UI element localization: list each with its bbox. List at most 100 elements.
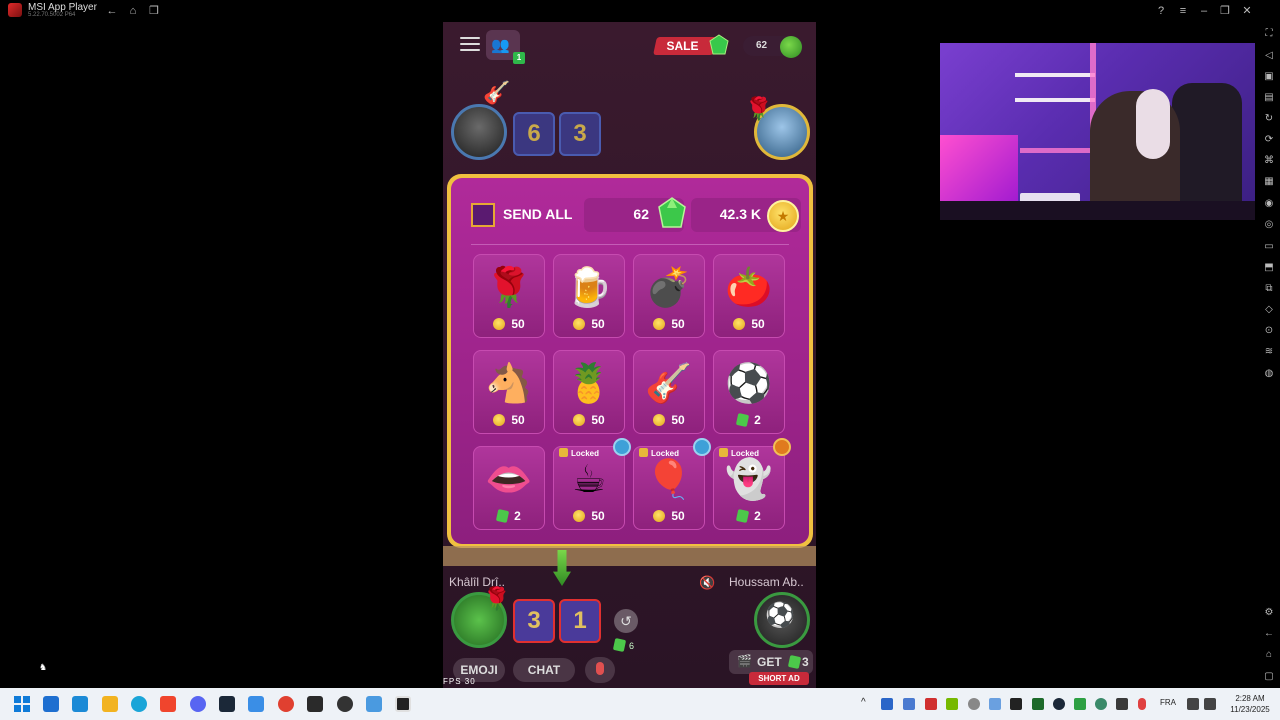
close-icon[interactable]: ✕ (1239, 3, 1255, 19)
gift-price-value: 50 (671, 413, 685, 427)
locked-label: Locked (571, 449, 600, 458)
tray-app-8-icon[interactable] (1032, 698, 1044, 710)
clock[interactable]: 2:28 AM 11/23/2025 (1225, 693, 1275, 715)
gift-tile[interactable]: 🍅 50 (713, 254, 785, 338)
tray-mic-icon[interactable] (1138, 698, 1146, 710)
send-all-checkbox[interactable] (471, 203, 495, 227)
emulator-sidebar: ⛶ ◁ ▣ ▤ ↻ ⟳ ⌘ ▦ ◉ ◎ ▭ ⬒ ⧉ ◇ ⊙ ≋ ◍ ⚙ ← ⌂ … (1258, 22, 1280, 688)
volume-icon[interactable]: ◁ (1262, 49, 1276, 63)
screen: MSI App Player 5.22.70.5002 P64 ← ⌂ ❐ ? … (0, 0, 1280, 720)
macro-icon[interactable]: ▦ (1262, 175, 1276, 189)
tray-app-7-icon[interactable] (1010, 698, 1022, 710)
gift-tile[interactable]: 🍺 50 (553, 254, 625, 338)
gift-tile[interactable]: 🍍 50 (553, 350, 625, 434)
gift-tile[interactable]: 👄 2 (473, 446, 545, 530)
avatar-opponent-left[interactable] (451, 104, 507, 160)
nav-recents-icon[interactable]: ▢ (1262, 670, 1276, 684)
gift-tile[interactable]: 🎸 50 (633, 350, 705, 434)
gift-tile[interactable]: 🌹 50 (473, 254, 545, 338)
gift-tile[interactable]: 👻 2 Locked (713, 438, 791, 530)
chat-button[interactable]: CHAT (513, 658, 575, 682)
discord-icon[interactable] (190, 696, 206, 712)
tray-volume-icon[interactable] (1204, 698, 1216, 710)
tray-app-3-icon[interactable] (925, 698, 937, 710)
rotate-icon[interactable]: ↻ (1262, 112, 1276, 126)
gift-tile[interactable]: 💣 50 (633, 254, 705, 338)
obs-icon[interactable] (337, 696, 353, 712)
gift-price: 2 (713, 508, 785, 524)
layers-icon[interactable]: ≋ (1262, 345, 1276, 359)
webcam-chair (1172, 83, 1242, 220)
copy-icon[interactable]: ⧉ (1262, 282, 1276, 296)
brave-icon[interactable] (160, 696, 176, 712)
restore-icon[interactable]: ❐ (1217, 3, 1233, 19)
gem-icon (658, 197, 686, 228)
tray-app-12-icon[interactable] (1116, 698, 1128, 710)
score-team-bottom-2: 1 (559, 599, 601, 643)
hamburger-menu-icon[interactable] (460, 37, 480, 51)
gamepad-icon[interactable]: ⌘ (1262, 154, 1276, 168)
record-icon[interactable]: ◉ (1262, 197, 1276, 211)
emulator-titlebar: MSI App Player 5.22.70.5002 P64 ← ⌂ ❐ ? … (0, 0, 1280, 22)
terminal-icon[interactable] (307, 696, 323, 712)
settings-icon[interactable]: ⚙ (1262, 606, 1276, 620)
gift-tile[interactable]: 🐴 50 (473, 350, 545, 434)
tray-steam-icon[interactable] (1053, 698, 1065, 710)
multi-window-icon[interactable]: ❐ (146, 3, 162, 19)
mute-icon[interactable]: 🔇 (699, 575, 715, 591)
locked-badge: Locked (639, 448, 679, 458)
screenshot-icon[interactable]: ▣ (1262, 70, 1276, 84)
tray-app-11-icon[interactable] (1095, 698, 1107, 710)
edge-icon[interactable] (131, 696, 147, 712)
gift-icon: ☕ (571, 457, 607, 501)
outlook-icon[interactable] (72, 696, 88, 712)
photos-icon[interactable] (366, 696, 382, 712)
coin-add-icon[interactable]: ★ (767, 200, 799, 232)
apk-icon[interactable]: ⬒ (1262, 261, 1276, 275)
tray-nvidia-icon[interactable] (946, 698, 958, 710)
location-icon[interactable]: ⊙ (1262, 324, 1276, 338)
camera-icon[interactable]: ◎ (1262, 218, 1276, 232)
eco-icon[interactable]: ◍ (1262, 367, 1276, 381)
language-indicator[interactable]: FRA (1160, 698, 1176, 707)
sync-icon[interactable]: ⟳ (1262, 133, 1276, 147)
gift-tile[interactable]: ⚽ 2 (713, 350, 785, 434)
minimize-icon[interactable]: – (1196, 3, 1212, 19)
steam-icon[interactable] (219, 696, 235, 712)
start-button-icon[interactable] (14, 696, 30, 712)
gift-icon: 🍍 (565, 361, 613, 405)
get-gems-button[interactable]: 🎬 GET 3 (729, 650, 813, 674)
gift-price: 50 (553, 412, 625, 428)
erase-icon[interactable]: ◇ (1262, 303, 1276, 317)
help-icon[interactable]: ? (1153, 3, 1169, 19)
gift-price: 2 (473, 508, 545, 524)
gift-tile[interactable]: 🎈 50 Locked (633, 438, 711, 530)
media-icon[interactable]: ▤ (1262, 91, 1276, 105)
folder-icon[interactable]: ▭ (1262, 240, 1276, 254)
tray-network-icon[interactable] (1187, 698, 1199, 710)
gift-tile[interactable]: ☕ 50 Locked (553, 438, 631, 530)
tray-app-10-icon[interactable] (1074, 698, 1086, 710)
chrome-icon[interactable] (278, 696, 294, 712)
widgets-icon[interactable] (43, 696, 59, 712)
nav-back-icon[interactable]: ← (1262, 627, 1276, 641)
home-icon[interactable]: ⌂ (125, 3, 141, 19)
tray-app-5-icon[interactable] (968, 698, 980, 710)
tray-app-2-icon[interactable] (903, 698, 915, 710)
tray-overflow-icon[interactable]: ^ (861, 697, 866, 708)
msi-app-player-icon[interactable] (395, 696, 411, 712)
nav-home-icon[interactable]: ⌂ (1262, 648, 1276, 662)
tray-app-6-icon[interactable] (989, 698, 1001, 710)
webcam-overlay (940, 43, 1255, 220)
notepad-icon[interactable] (248, 696, 264, 712)
tray-app-1-icon[interactable] (881, 698, 893, 710)
gem-icon-get (787, 654, 802, 670)
fullscreen-icon[interactable]: ⛶ (1262, 27, 1276, 41)
undo-button[interactable]: ↺ (614, 609, 638, 633)
file-explorer-icon[interactable] (102, 696, 118, 712)
back-icon[interactable]: ← (104, 3, 120, 19)
gem-add-icon[interactable] (780, 36, 802, 58)
menu-icon[interactable]: ≡ (1175, 3, 1191, 19)
coin-icon (653, 318, 666, 330)
mic-button[interactable] (585, 657, 615, 683)
